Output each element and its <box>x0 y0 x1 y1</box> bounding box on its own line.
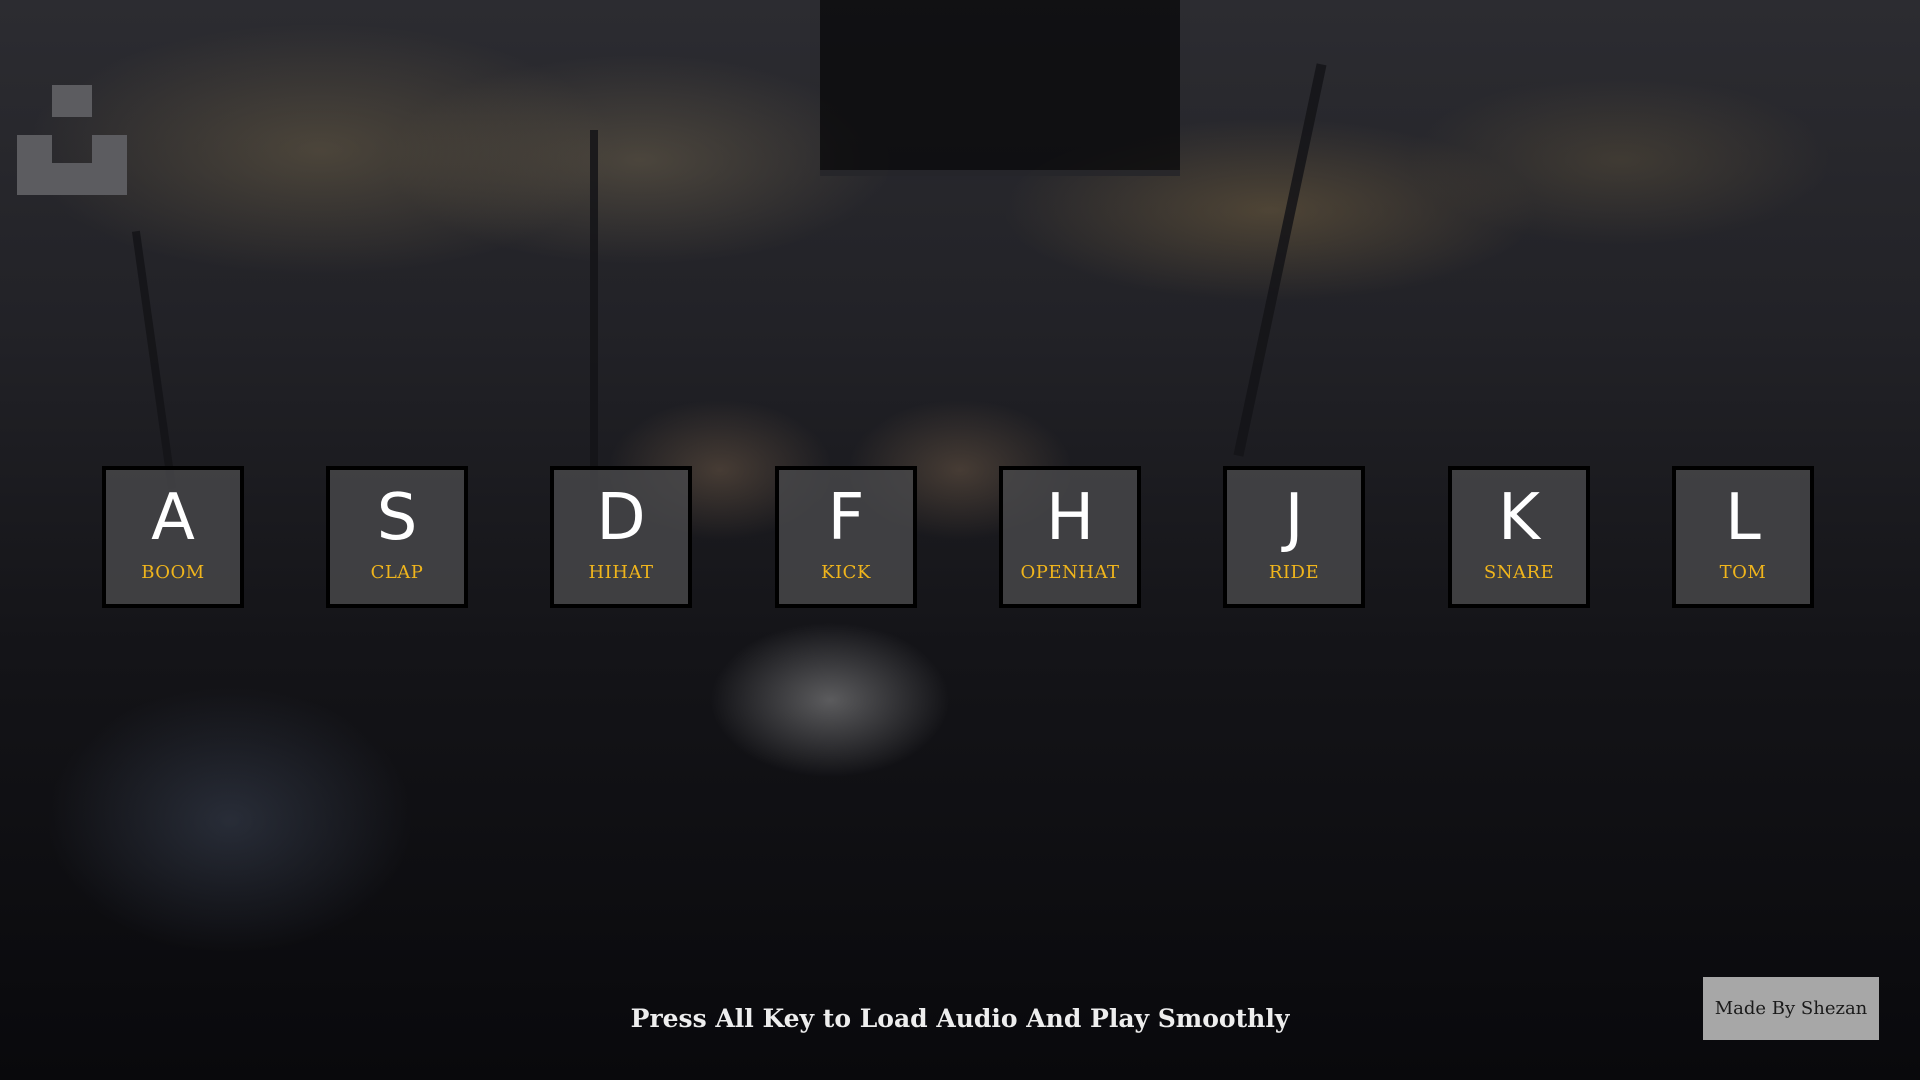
drum-key-j[interactable]: J RIDE <box>1223 466 1365 608</box>
key-letter: K <box>1498 481 1540 555</box>
drum-key-d[interactable]: D HIHAT <box>550 466 692 608</box>
key-sound-label: SNARE <box>1483 562 1555 583</box>
drum-key-f[interactable]: F KICK <box>775 466 917 608</box>
key-letter: H <box>1045 481 1095 555</box>
background-cymbal-stand <box>131 230 177 490</box>
drum-key-a[interactable]: A BOOM <box>102 466 244 608</box>
key-sound-label: OPENHAT <box>1020 562 1120 583</box>
key-sound-label: RIDE <box>1268 562 1320 583</box>
key-letter: F <box>827 481 865 555</box>
instruction-text: Press All Key to Load Audio And Play Smo… <box>630 1004 1290 1033</box>
drum-key-s[interactable]: S CLAP <box>326 466 468 608</box>
drum-keys-row: A BOOM S CLAP D HIHAT F KICK H OPENHAT J… <box>0 466 1920 616</box>
key-letter: L <box>1725 481 1761 555</box>
key-sound-label: CLAP <box>370 562 424 583</box>
drum-key-l[interactable]: L TOM <box>1672 466 1814 608</box>
key-letter: J <box>1284 481 1304 555</box>
credit-button[interactable]: Made By Shezan <box>1703 977 1879 1040</box>
key-sound-label: BOOM <box>141 562 205 583</box>
logo-icon <box>17 85 127 195</box>
drum-kit-stage: A BOOM S CLAP D HIHAT F KICK H OPENHAT J… <box>0 0 1920 1080</box>
key-letter: S <box>376 481 418 555</box>
drum-key-h[interactable]: H OPENHAT <box>999 466 1141 608</box>
background-picture-frame <box>820 0 1180 176</box>
background-cymbal-stand <box>1233 63 1327 457</box>
key-sound-label: TOM <box>1719 562 1767 583</box>
drum-key-k[interactable]: K SNARE <box>1448 466 1590 608</box>
key-sound-label: KICK <box>821 562 871 583</box>
key-sound-label: HIHAT <box>588 562 654 583</box>
key-letter: D <box>596 481 646 555</box>
key-letter: A <box>151 481 195 555</box>
background-cymbal-stand <box>590 130 598 490</box>
